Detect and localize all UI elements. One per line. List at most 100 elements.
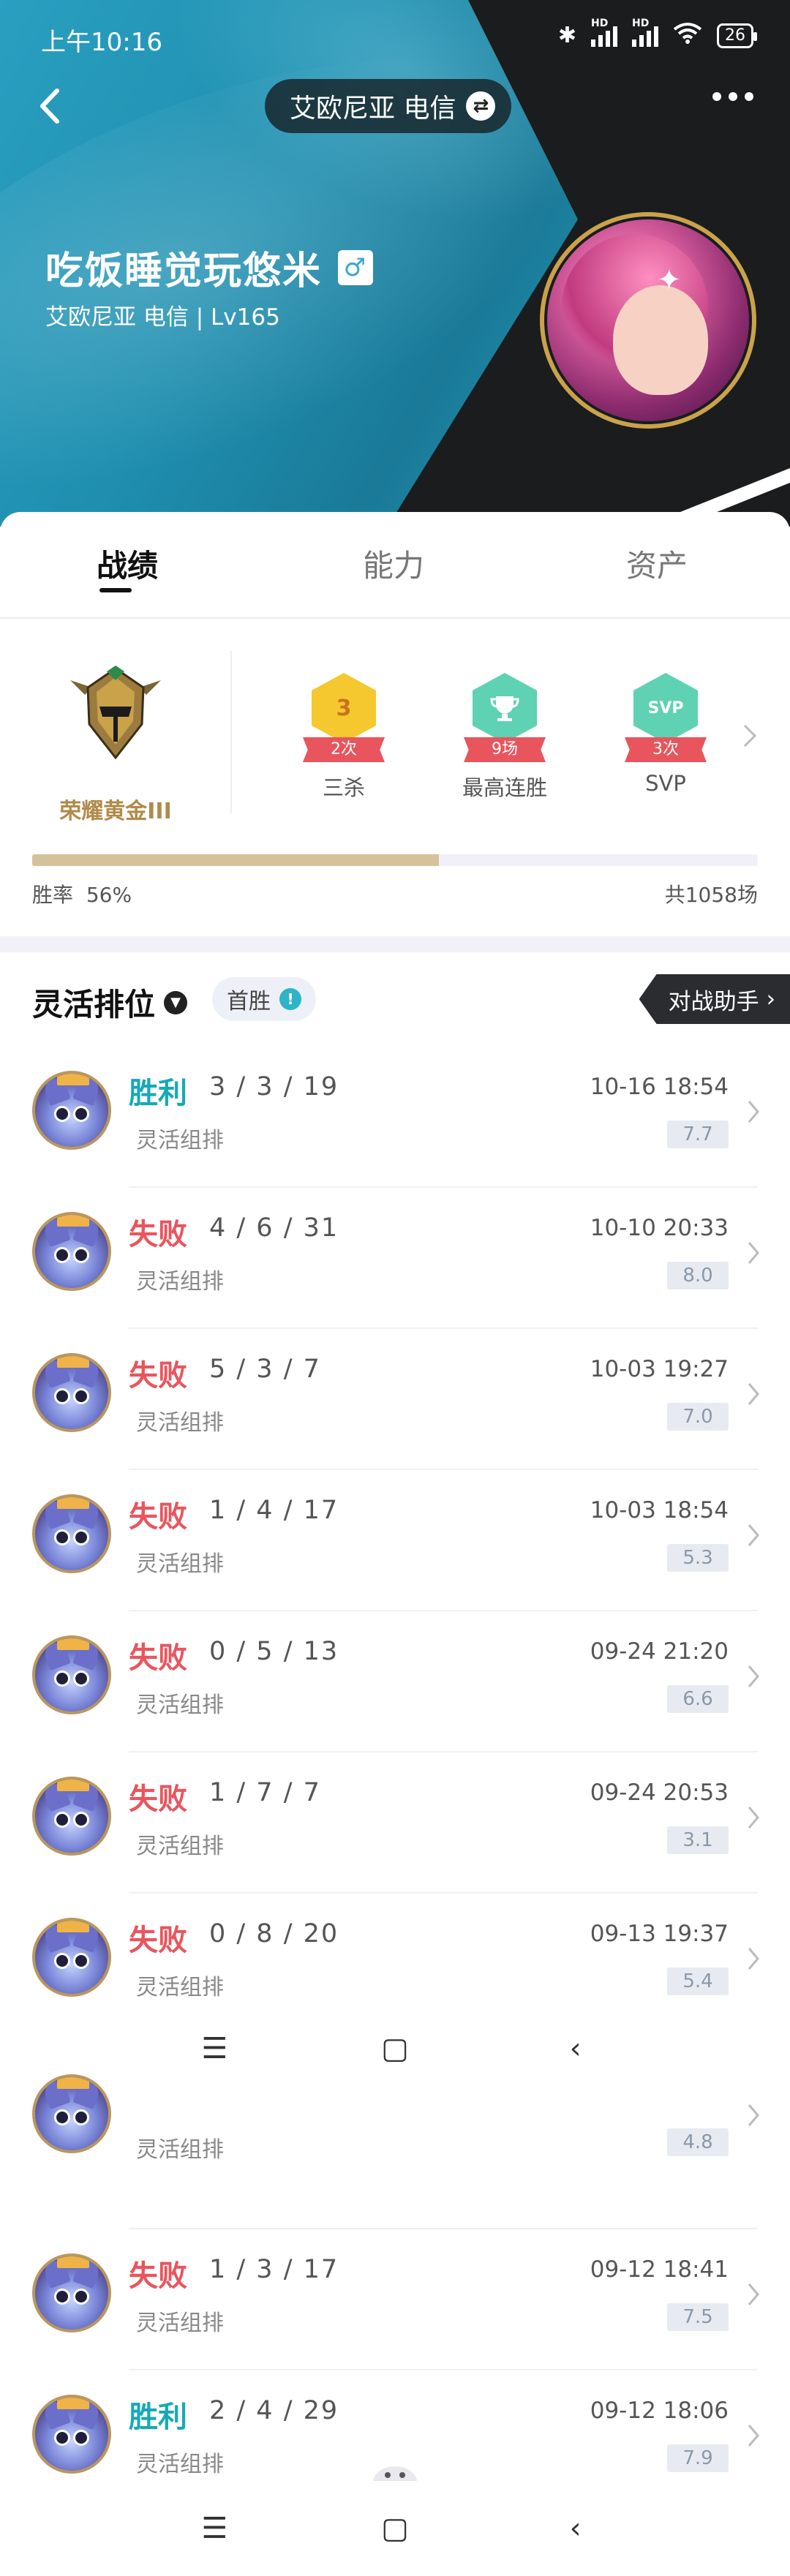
match-result: 失败 xyxy=(129,1218,187,1251)
badge-win-streak[interactable]: 9场 xyxy=(464,673,546,762)
match-score: 4.8 xyxy=(667,2128,729,2156)
chevron-right-icon xyxy=(746,1099,761,1125)
match-result: 失败 xyxy=(129,1641,187,1675)
match-result: 胜利 xyxy=(129,2400,187,2434)
server-switch-button[interactable]: 艾欧尼亚 电信 ⇄ xyxy=(265,79,512,133)
signal-icon: HD xyxy=(591,18,617,47)
chevron-right-icon xyxy=(746,1663,761,1690)
assistant-label: 对战助手 xyxy=(668,988,759,1015)
status-time: 上午10:16 xyxy=(41,28,162,57)
chevron-right-icon xyxy=(746,2281,761,2308)
tab-assets[interactable]: 资产 xyxy=(626,541,688,586)
match-result: 失败 xyxy=(129,2259,187,2293)
match-time: 10-10 20:33 xyxy=(590,1215,729,1241)
match-result: 胜利 xyxy=(129,1077,187,1110)
win-rate-bar xyxy=(32,854,758,866)
match-row[interactable]: 失败 1 / 4 / 17 10-03 18:54 灵活组排 5.3 xyxy=(0,1471,790,1611)
match-mode: 灵活组排 xyxy=(136,2137,224,2163)
match-time: 09-12 18:41 xyxy=(590,2256,729,2283)
match-time: 09-13 19:37 xyxy=(590,1921,729,1947)
avatar[interactable]: ✦ xyxy=(540,212,756,429)
badge-svp[interactable]: SVP 3次 xyxy=(625,673,707,762)
badge-count: 3次 xyxy=(625,737,707,762)
chevron-right-icon[interactable] xyxy=(742,721,758,750)
match-row[interactable]: 灵活组排 4.8 xyxy=(0,2074,790,2229)
back-icon[interactable]: ‹ xyxy=(555,2508,596,2549)
match-mode: 灵活组排 xyxy=(136,2311,224,2336)
battle-assistant-button[interactable]: 对战助手 › xyxy=(639,974,790,1024)
tab-ability[interactable]: 能力 xyxy=(363,541,424,586)
rank-emblem-icon[interactable] xyxy=(70,666,161,761)
menu-icon[interactable]: ☰ xyxy=(194,2508,235,2549)
tab-record[interactable]: 战绩 xyxy=(97,541,158,586)
match-row[interactable]: 失败 0 / 5 / 13 09-24 21:20 灵活组排 6.6 xyxy=(0,1612,790,1752)
win-rate: 胜率 56% xyxy=(32,879,132,908)
total-games: 共1058场 xyxy=(664,883,758,907)
menu-icon[interactable]: ☰ xyxy=(194,2028,235,2069)
champion-avatar xyxy=(32,1071,111,1150)
divider xyxy=(230,651,232,813)
badge-label: SVP xyxy=(645,771,686,796)
champion-avatar xyxy=(32,1494,111,1573)
queue-selector[interactable]: 灵活排位 ▼ xyxy=(32,980,188,1025)
wifi-icon xyxy=(673,22,702,49)
chevron-right-icon: › xyxy=(766,986,775,1012)
swap-icon: ⇄ xyxy=(466,91,496,121)
trophy-icon xyxy=(473,673,537,743)
server-level: 艾欧尼亚 电信 | Lv165 xyxy=(45,304,280,331)
chevron-right-icon xyxy=(746,1522,761,1548)
match-kda: 0 / 8 / 20 xyxy=(209,1919,339,1948)
match-score: 7.7 xyxy=(667,1121,729,1148)
match-time: 09-12 18:06 xyxy=(590,2398,729,2424)
match-row[interactable]: 胜利 3 / 3 / 19 10-16 18:54 灵活组排 7.7 xyxy=(0,1047,790,1188)
match-time: 10-16 18:54 xyxy=(590,1074,729,1100)
chevron-down-icon: ▼ xyxy=(164,990,188,1014)
chevron-right-icon xyxy=(746,2102,761,2128)
chevron-right-icon xyxy=(746,2422,761,2449)
info-icon: ! xyxy=(279,988,301,1010)
match-mode: 灵活组排 xyxy=(136,2452,224,2477)
battery-icon: 26 xyxy=(717,23,757,48)
more-options-button[interactable] xyxy=(712,92,753,101)
match-mode: 灵活组排 xyxy=(136,1410,224,1436)
match-kda: 2 / 4 / 29 xyxy=(209,2396,339,2425)
badge-triple-kill[interactable]: 3 2次 xyxy=(303,673,385,762)
match-row[interactable]: 失败 4 / 6 / 31 10-10 20:33 灵活组排 8.0 xyxy=(0,1189,790,1329)
champion-avatar xyxy=(32,2253,111,2332)
match-result: 失败 xyxy=(129,1500,187,1534)
match-score: 3.1 xyxy=(667,1826,729,1854)
match-row[interactable]: 失败 1 / 3 / 17 09-12 18:41 灵活组排 7.5 xyxy=(0,2230,790,2370)
match-mode: 灵活组排 xyxy=(136,1269,224,1295)
match-time: 10-03 19:27 xyxy=(590,1356,729,1382)
match-time: 10-03 18:54 xyxy=(590,1497,729,1524)
system-nav-bar: ☰ ▢ ‹ xyxy=(0,2001,790,2096)
champion-avatar xyxy=(32,1635,111,1714)
match-kda: 0 / 5 / 13 xyxy=(209,1637,339,1666)
match-score: 5.4 xyxy=(667,1967,729,1995)
tab-indicator xyxy=(99,588,132,592)
male-icon: ♂ xyxy=(338,249,374,285)
back-icon[interactable]: ‹ xyxy=(555,2028,596,2069)
first-win-tag[interactable]: 首胜 ! xyxy=(212,977,316,1021)
row-divider xyxy=(129,1892,758,1894)
home-icon[interactable]: ▢ xyxy=(375,2028,415,2069)
row-divider xyxy=(129,1186,758,1188)
row-divider xyxy=(129,2369,758,2370)
match-kda: 5 / 3 / 7 xyxy=(209,1355,321,1384)
loading-mascot-icon xyxy=(366,2460,424,2498)
first-win-label: 首胜 xyxy=(227,989,271,1014)
home-icon[interactable]: ▢ xyxy=(375,2508,415,2549)
match-score: 6.6 xyxy=(667,1685,729,1713)
match-row[interactable]: 失败 1 / 7 / 7 09-24 20:53 灵活组排 3.1 xyxy=(0,1753,790,1894)
profile-header: 上午10:16 ✱ HD HD 26 艾欧尼亚 电信 ⇄ 吃饭睡觉玩悠米 ♂ 艾… xyxy=(0,0,790,527)
match-result: 失败 xyxy=(129,1924,187,1957)
chevron-right-icon xyxy=(746,1946,761,1972)
row-divider xyxy=(129,1610,758,1611)
match-row[interactable]: 失败 5 / 3 / 7 10-03 19:27 灵活组排 7.0 xyxy=(0,1330,790,1470)
champion-avatar xyxy=(32,1212,111,1291)
match-kda: 1 / 4 / 17 xyxy=(209,1496,339,1525)
match-kda: 1 / 7 / 7 xyxy=(209,1778,321,1807)
match-result: 失败 xyxy=(129,1782,187,1816)
back-button[interactable] xyxy=(26,80,78,132)
match-mode: 灵活组排 xyxy=(136,1692,224,1718)
